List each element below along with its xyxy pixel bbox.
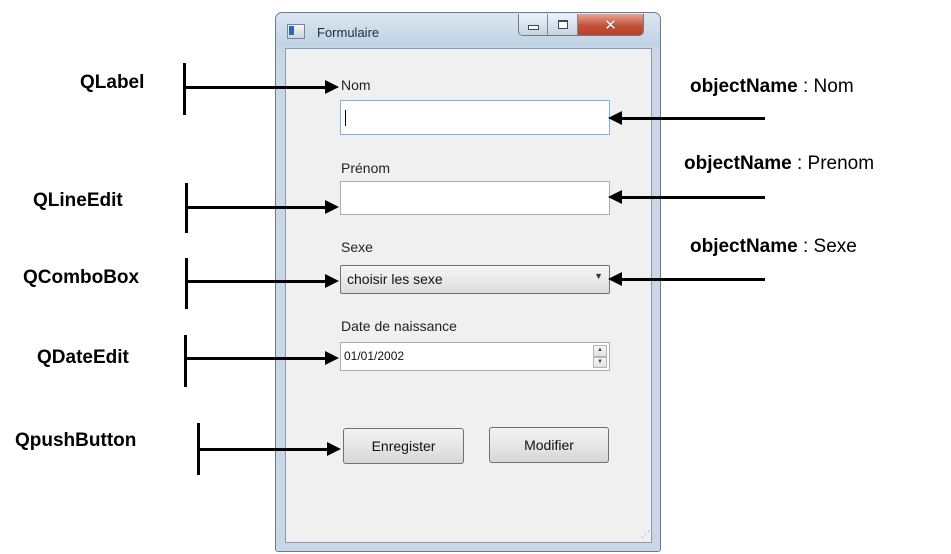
arrow-left-icon [608, 190, 622, 204]
annotation-bracket [183, 63, 186, 115]
arrow-right-icon [325, 200, 339, 214]
app-window-icon [287, 24, 305, 39]
chevron-down-icon[interactable]: ▼ [594, 271, 603, 281]
close-button[interactable]: ✕ [578, 14, 643, 35]
prenom-label: Prénom [341, 160, 391, 176]
arrow-right-icon [325, 274, 339, 288]
annotation-arrow-line [187, 206, 325, 209]
maximize-button[interactable] [548, 14, 578, 35]
object-name-separator: : [797, 76, 814, 97]
sexe-selected-value: choisir les sexe [347, 271, 443, 287]
annotation-arrow-line [187, 280, 325, 283]
sexe-combobox[interactable]: choisir les sexe ▼ [340, 265, 610, 294]
spin-up-icon[interactable]: ▲ [593, 345, 607, 357]
nom-input[interactable] [340, 100, 610, 135]
annotation-qlineedit: QLineEdit [33, 190, 123, 211]
object-name-key: objectName [684, 153, 792, 174]
annotation-arrow-line [185, 86, 325, 89]
prenom-input[interactable] [340, 181, 610, 215]
annotation-qdateedit: QDateEdit [37, 347, 129, 368]
annotation-arrow-line [622, 278, 765, 281]
annotation-bracket [185, 258, 188, 309]
nom-label: Nom [341, 77, 371, 93]
arrow-left-icon [608, 111, 622, 125]
annotation-objectname-nom: objectName : Nom [690, 76, 854, 98]
close-icon: ✕ [604, 16, 617, 34]
object-name-value: Nom [813, 76, 854, 97]
annotation-objectname-sexe: objectName : Sexe [690, 236, 857, 258]
annotation-objectname-prenom: objectName : Prenom [684, 153, 874, 175]
object-name-separator: : [797, 236, 814, 257]
window-controls: ✕ [518, 14, 644, 36]
annotation-arrow-line [622, 117, 765, 120]
object-name-separator: : [791, 153, 808, 174]
title-bar[interactable]: Formulaire ✕ [276, 13, 660, 47]
window-title: Formulaire [317, 25, 380, 40]
annotation-bracket [184, 335, 187, 387]
text-caret [345, 110, 346, 126]
arrow-right-icon [325, 80, 339, 94]
arrow-right-icon [325, 351, 339, 365]
size-grip-icon[interactable]: ⋰ [641, 529, 650, 540]
date-naissance-edit[interactable]: 01/01/2002 ▲ ▼ [340, 342, 610, 371]
annotation-arrow-line [199, 448, 327, 451]
annotation-qcombobox: QComboBox [23, 267, 140, 288]
annotation-arrow-line [622, 196, 765, 199]
sexe-label: Sexe [341, 239, 373, 255]
object-name-value: Sexe [813, 236, 857, 257]
object-name-value: Prenom [807, 153, 875, 174]
modifier-button[interactable]: Modifier [489, 427, 609, 463]
annotation-qpushbutton: QpushButton [15, 430, 137, 451]
minimize-button[interactable] [519, 14, 548, 35]
date-spin-buttons: ▲ ▼ [593, 345, 607, 368]
arrow-left-icon [608, 272, 622, 286]
arrow-right-icon [327, 442, 341, 456]
annotation-arrow-line [186, 357, 325, 360]
minimize-icon [527, 25, 539, 30]
maximize-icon [557, 20, 568, 29]
annotation-qlabel: QLabel [80, 72, 145, 93]
date-value: 01/01/2002 [344, 349, 405, 363]
object-name-key: objectName [690, 76, 798, 97]
enregister-button[interactable]: Enregister [343, 428, 464, 464]
date-label: Date de naissance [341, 318, 457, 334]
object-name-key: objectName [690, 236, 798, 257]
spin-down-icon[interactable]: ▼ [593, 356, 607, 368]
